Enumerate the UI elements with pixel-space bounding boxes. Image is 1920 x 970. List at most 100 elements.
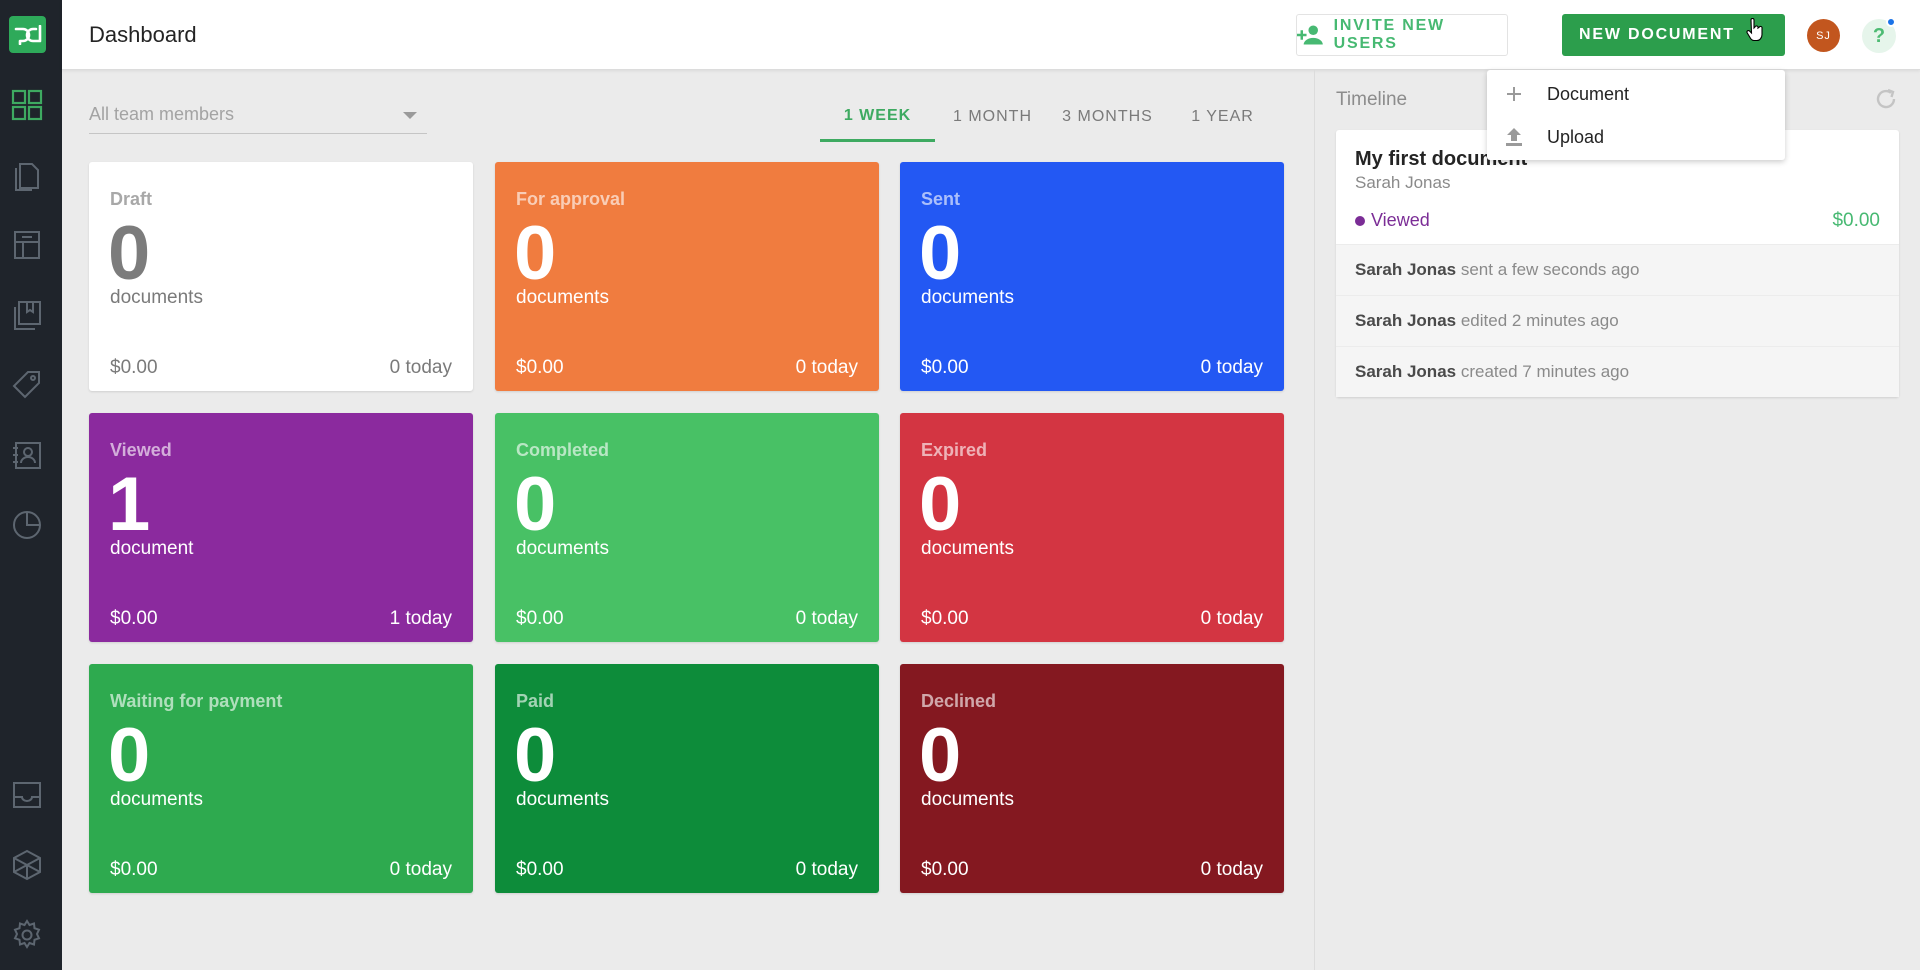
card-label: For approval — [516, 189, 626, 209]
timeline-event: Sarah Jonas sent a few seconds ago — [1336, 244, 1899, 295]
card-today: 0 today — [389, 357, 452, 378]
event-action: created 7 minutes ago — [1460, 362, 1630, 381]
timeline-panel: Timeline My first document Sarah Jonas V… — [1314, 70, 1920, 970]
card-unit: documents — [516, 789, 609, 810]
contacts-icon[interactable] — [8, 436, 46, 474]
add-user-icon — [1297, 25, 1323, 45]
card-amount: $0.00 — [110, 357, 158, 378]
card-amount: $0.00 — [516, 608, 564, 629]
status-card-draft[interactable]: Draft 0 documents $0.00 0 today — [89, 162, 473, 391]
tab-1-month[interactable]: 1 MONTH — [935, 92, 1050, 142]
card-unit: documents — [110, 287, 203, 308]
hand-cursor-icon — [1746, 18, 1763, 42]
card-amount: $0.00 — [516, 357, 564, 378]
card-amount: $0.00 — [110, 608, 158, 629]
card-count: 0 — [919, 713, 962, 798]
menu-item-label: Document — [1547, 83, 1630, 104]
card-today: 1 today — [389, 608, 452, 629]
status-card-sent[interactable]: Sent 0 documents $0.00 0 today — [900, 162, 1284, 391]
card-label: Sent — [921, 189, 961, 209]
card-today: 0 today — [1200, 608, 1263, 629]
card-count: 0 — [514, 713, 557, 798]
templates-icon[interactable] — [8, 226, 46, 264]
card-label: Declined — [921, 691, 997, 711]
period-tabs: 1 WEEK 1 MONTH 3 MONTHS 1 YEAR — [820, 92, 1280, 142]
card-amount: $0.00 — [110, 859, 158, 880]
integrations-icon[interactable] — [8, 846, 46, 884]
card-unit: documents — [921, 287, 1014, 308]
status-card-paid[interactable]: Paid 0 documents $0.00 0 today — [495, 664, 879, 893]
invite-new-users-label: INVITE NEW USERS — [1333, 17, 1445, 52]
top-header: Dashboard INVITE NEW USERS NEW DOCUMENT … — [62, 0, 1920, 70]
card-unit: documents — [921, 538, 1014, 559]
card-today: 0 today — [795, 357, 858, 378]
card-today: 0 today — [1200, 357, 1263, 378]
tab-1-year[interactable]: 1 YEAR — [1165, 92, 1280, 142]
sidebar — [0, 0, 62, 970]
documents-icon[interactable] — [8, 156, 46, 194]
menu-item-label: Upload — [1547, 126, 1605, 147]
timeline-document-card: My first document Sarah Jonas Viewed $0.… — [1336, 130, 1899, 397]
timeline-event: Sarah Jonas edited 2 minutes ago — [1336, 295, 1899, 346]
menu-item-upload[interactable]: Upload — [1487, 116, 1785, 158]
card-today: 0 today — [389, 859, 452, 880]
team-members-select[interactable]: All team members — [89, 98, 427, 134]
card-unit: documents — [921, 789, 1014, 810]
content-library-icon[interactable] — [8, 296, 46, 334]
dashboard-icon[interactable] — [8, 86, 46, 124]
refresh-icon[interactable] — [1873, 86, 1899, 112]
timeline-document-status: Viewed — [1355, 210, 1430, 231]
tab-1-week[interactable]: 1 WEEK — [820, 92, 935, 142]
pandadoc-logo[interactable] — [9, 16, 46, 53]
card-today: 0 today — [795, 859, 858, 880]
card-count: 0 — [514, 462, 557, 547]
chevron-down-icon — [403, 112, 417, 119]
card-count: 0 — [108, 713, 151, 798]
card-amount: $0.00 — [921, 859, 969, 880]
menu-item-document[interactable]: Document — [1487, 73, 1785, 115]
plus-icon — [1487, 86, 1547, 102]
event-action: sent a few seconds ago — [1460, 260, 1640, 279]
card-count: 0 — [919, 462, 962, 547]
tab-3-months[interactable]: 3 MONTHS — [1050, 92, 1165, 142]
new-document-menu: Document Upload — [1487, 70, 1785, 160]
card-label: Draft — [110, 189, 153, 209]
card-unit: documents — [516, 287, 609, 308]
card-amount: $0.00 — [921, 357, 969, 378]
status-card-expired[interactable]: Expired 0 documents $0.00 0 today — [900, 413, 1284, 642]
page-title: Dashboard — [89, 22, 197, 47]
card-count: 0 — [919, 211, 962, 296]
card-label: Waiting for payment — [110, 691, 283, 711]
card-amount: $0.00 — [516, 859, 564, 880]
status-card-viewed[interactable]: Viewed 1 document $0.00 1 today — [89, 413, 473, 642]
user-avatar[interactable]: SJ — [1807, 19, 1840, 52]
timeline-event: Sarah Jonas created 7 minutes ago — [1336, 346, 1899, 397]
notification-dot — [1886, 17, 1896, 27]
card-label: Paid — [516, 691, 555, 711]
logo-mark-icon — [14, 24, 41, 45]
card-count: 0 — [108, 211, 151, 296]
status-card-for-approval[interactable]: For approval 0 documents $0.00 0 today — [495, 162, 879, 391]
event-user: Sarah Jonas — [1355, 260, 1457, 279]
status-card-waiting-for-payment[interactable]: Waiting for payment 0 documents $0.00 0 … — [89, 664, 473, 893]
timeline-title: Timeline — [1336, 89, 1408, 110]
status-label: Viewed — [1371, 210, 1430, 230]
team-members-placeholder: All team members — [89, 104, 235, 124]
card-unit: documents — [516, 538, 609, 559]
inbox-icon[interactable] — [8, 776, 46, 814]
card-unit: document — [110, 538, 194, 559]
card-amount: $0.00 — [921, 608, 969, 629]
status-card-completed[interactable]: Completed 0 documents $0.00 0 today — [495, 413, 879, 642]
event-action: edited 2 minutes ago — [1460, 311, 1619, 330]
settings-icon[interactable] — [8, 916, 46, 954]
timeline-document-amount: $0.00 — [1832, 210, 1880, 231]
reports-icon[interactable] — [8, 506, 46, 544]
card-count: 0 — [514, 211, 557, 296]
invite-new-users-button[interactable]: INVITE NEW USERS — [1296, 14, 1508, 56]
card-label: Expired — [921, 440, 988, 460]
status-dot — [1355, 215, 1365, 226]
status-card-declined[interactable]: Declined 0 documents $0.00 0 today — [900, 664, 1284, 893]
catalog-icon[interactable] — [8, 366, 46, 404]
card-label: Viewed — [110, 440, 172, 460]
timeline-document-owner: Sarah Jonas — [1355, 173, 1451, 192]
